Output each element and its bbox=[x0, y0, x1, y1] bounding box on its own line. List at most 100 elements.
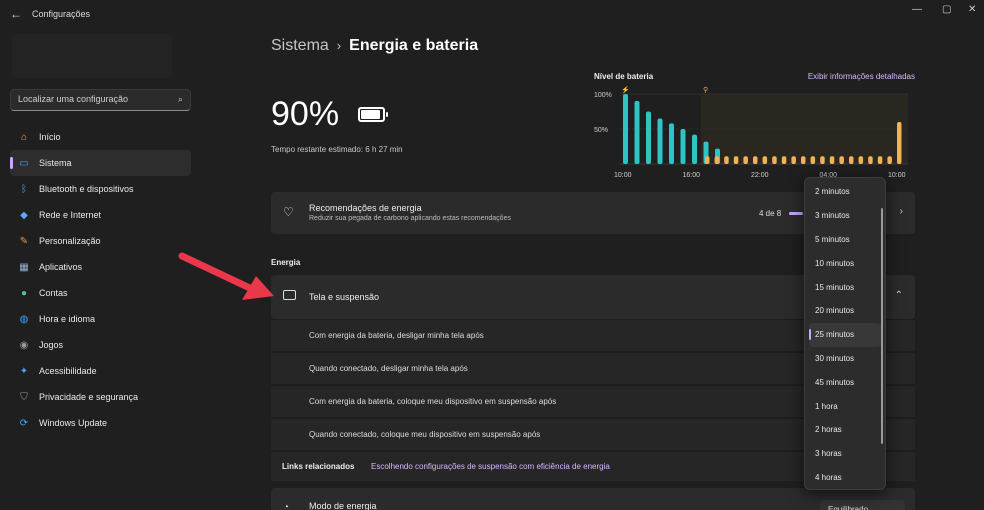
battery-bar bbox=[714, 156, 720, 164]
sleep-efficiency-link[interactable]: Escolhendo configurações de suspensão co… bbox=[371, 462, 610, 471]
recommendations-progress: 4 de 8 bbox=[759, 209, 782, 218]
battery-bar bbox=[680, 129, 686, 164]
breadcrumb-parent[interactable]: Sistema bbox=[271, 37, 329, 54]
setting-row-label: Quando conectado, desligar minha tela ap… bbox=[309, 364, 468, 373]
sidebar-item[interactable]: ● Contas bbox=[10, 280, 191, 306]
sidebar-item-label: Início bbox=[39, 132, 61, 142]
page-title: Energia e bateria bbox=[349, 37, 479, 54]
chart-title: Nível de bateria bbox=[594, 72, 654, 81]
back-arrow-icon[interactable]: ← bbox=[10, 7, 22, 21]
globe-clock-icon: ◍ bbox=[19, 313, 29, 325]
app-title: Configurações bbox=[32, 9, 91, 19]
chevron-up-icon[interactable]: ⌃ bbox=[895, 290, 903, 301]
setting-row-label: Quando conectado, coloque meu dispositiv… bbox=[309, 430, 541, 439]
dropdown-option[interactable]: 30 minutos bbox=[809, 347, 881, 371]
sidebar-item-label: Aplicativos bbox=[39, 262, 83, 272]
shield-icon: ⛉ bbox=[20, 391, 28, 403]
recommendations-title: Recomendações de energia bbox=[309, 203, 422, 213]
search-icon[interactable]: ⌕ bbox=[178, 94, 183, 105]
battery-bar bbox=[877, 156, 883, 164]
battery-bar bbox=[646, 111, 651, 164]
battery-remaining: Tempo restante estimado: 6 h 27 min bbox=[271, 145, 403, 154]
sidebar-item-label: Privacidade e segurança bbox=[39, 392, 139, 402]
y-tick-label: 100% bbox=[594, 92, 612, 99]
battery-bar bbox=[762, 156, 768, 164]
battery-icon bbox=[358, 107, 388, 122]
battery-bar bbox=[623, 94, 628, 164]
dropdown-scrollbar[interactable] bbox=[881, 208, 883, 444]
battery-bar bbox=[897, 122, 902, 164]
maximize-icon[interactable]: ▢ bbox=[942, 4, 951, 15]
leaf-heart-icon: ♡ bbox=[283, 205, 294, 219]
sidebar-item-label: Rede e Internet bbox=[39, 210, 102, 220]
sidebar-item[interactable]: ⟳ Windows Update bbox=[10, 410, 191, 436]
dropdown-option[interactable]: 1 hora bbox=[809, 394, 881, 418]
dropdown-option[interactable]: 15 minutos bbox=[809, 275, 881, 299]
dropdown-option[interactable]: 25 minutos bbox=[809, 322, 881, 347]
battery-bar bbox=[868, 156, 873, 164]
setting-row-label: Com energia da bateria, coloque meu disp… bbox=[309, 397, 557, 406]
dropdown-option[interactable]: 4 horas bbox=[809, 466, 881, 490]
x-tick-label: 10:00 bbox=[888, 172, 906, 179]
bluetooth-icon: ᛒ bbox=[21, 183, 27, 195]
sidebar-item[interactable]: ◆ Rede e Internet bbox=[10, 202, 191, 228]
sidebar-item[interactable]: ᛒ Bluetooth e dispositivos bbox=[10, 176, 191, 202]
wifi-icon: ◆ bbox=[20, 209, 28, 221]
accessibility-icon: ✦ bbox=[19, 365, 29, 377]
battery-bar bbox=[743, 156, 748, 164]
sidebar-item[interactable]: ▦ Aplicativos bbox=[10, 254, 191, 280]
search-box[interactable]: ⌕ bbox=[10, 89, 191, 111]
sidebar-item[interactable]: ◉ Jogos bbox=[10, 332, 191, 358]
sidebar-item-label: Contas bbox=[39, 288, 68, 298]
breadcrumb-separator: › bbox=[336, 38, 342, 53]
search-input[interactable] bbox=[18, 94, 168, 104]
power-mode-icon: ◔ bbox=[283, 502, 290, 510]
sidebar-item[interactable]: ✦ Acessibilidade bbox=[10, 358, 191, 384]
battery-bar bbox=[791, 156, 796, 164]
gamepad-icon: ◉ bbox=[19, 339, 29, 351]
dropdown-option[interactable]: 2 horas bbox=[809, 418, 881, 442]
sidebar-item-label: Personalização bbox=[39, 236, 101, 246]
sidebar-item[interactable]: ⌂ Início bbox=[10, 124, 191, 150]
brush-icon: ✎ bbox=[19, 235, 29, 247]
minimize-icon[interactable]: — bbox=[912, 4, 922, 15]
dropdown-option[interactable]: 10 minutos bbox=[809, 251, 881, 275]
sidebar-item-label: Hora e idioma bbox=[39, 314, 96, 324]
close-icon[interactable]: ✕ bbox=[968, 4, 976, 15]
profile-card[interactable] bbox=[12, 34, 172, 78]
related-links-label: Links relacionados bbox=[282, 462, 355, 471]
dropdown-option[interactable]: 5 minutos bbox=[809, 228, 881, 252]
annotation-arrow-icon bbox=[178, 252, 274, 300]
dropdown-option[interactable]: 3 minutos bbox=[809, 204, 881, 228]
battery-bar bbox=[724, 156, 729, 164]
projection-marker-icon: ⚲ bbox=[703, 86, 708, 94]
dropdown-option[interactable]: 45 minutos bbox=[809, 370, 881, 394]
power-mode-select[interactable]: Equilibrado bbox=[820, 500, 905, 510]
sidebar-item-label: Acessibilidade bbox=[39, 366, 97, 376]
detailed-info-link[interactable]: Exibir informações detalhadas bbox=[808, 72, 915, 81]
sidebar-nav: ⌂ Início ▭ Sistema ᛒ Bluetooth e dispositivos… bbox=[10, 124, 191, 436]
chevron-right-icon[interactable]: › bbox=[900, 206, 903, 217]
battery-bar bbox=[692, 134, 697, 164]
sidebar-item[interactable]: ◍ Hora e idioma bbox=[10, 306, 191, 332]
dropdown-option[interactable]: 2 minutos bbox=[809, 180, 881, 204]
power-mode-card[interactable]: ◔ Modo de energia Equilibrado bbox=[271, 488, 915, 510]
battery-bar bbox=[887, 156, 892, 164]
account-icon: ● bbox=[20, 287, 28, 299]
timeout-dropdown: 2 minutos 3 minutos 5 minutos 10 minutos 15 … bbox=[804, 177, 886, 490]
home-icon: ⌂ bbox=[20, 131, 28, 143]
recommendations-subtitle: Reduzir sua pegada de carbono aplicando … bbox=[309, 215, 511, 222]
screen-sleep-icon bbox=[283, 290, 296, 300]
apps-icon: ▦ bbox=[19, 261, 29, 273]
sidebar-item[interactable]: ✎ Personalização bbox=[10, 228, 191, 254]
title-bar: ← Configurações — ▢ ✕ bbox=[0, 0, 984, 28]
dropdown-option[interactable]: 3 horas bbox=[809, 442, 881, 466]
battery-bar bbox=[810, 156, 816, 164]
dropdown-option[interactable]: 20 minutos bbox=[809, 299, 881, 323]
screen-sleep-label: Tela e suspensão bbox=[309, 292, 380, 302]
sidebar-item[interactable]: ⛉ Privacidade e segurança bbox=[10, 384, 191, 410]
sidebar-item[interactable]: ▭ Sistema bbox=[10, 150, 191, 176]
x-tick-label: 16:00 bbox=[683, 172, 701, 179]
battery-percent: 90% bbox=[271, 95, 340, 133]
battery-bar bbox=[820, 156, 825, 164]
